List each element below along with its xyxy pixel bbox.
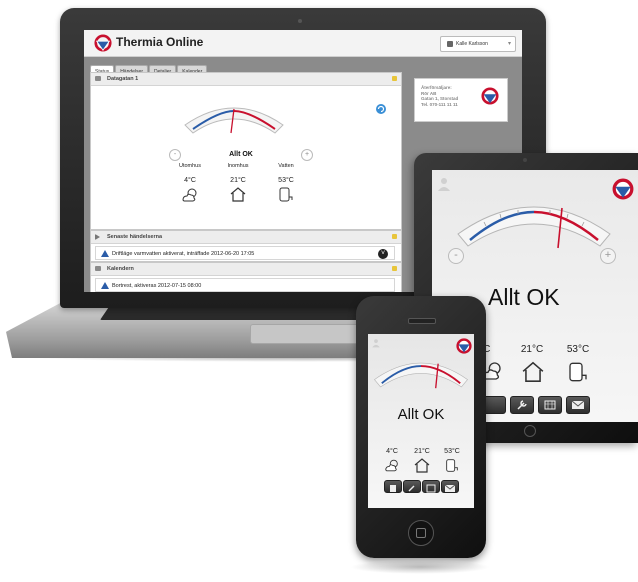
events-panel: Senaste händelserna Driftläge varmvatten… — [90, 230, 402, 262]
calendar-panel-header: Kalendern — [91, 263, 401, 276]
device-panel-header: Datagatan 1 — [91, 73, 401, 86]
warning-badge-icon — [392, 266, 397, 271]
phone-shadow — [350, 560, 490, 574]
reading-indoor-value: 21°C — [230, 177, 246, 184]
reading-indoor-value: 21°C — [414, 448, 430, 455]
weather-icon — [385, 459, 398, 472]
reading-water-label: Vatten — [278, 163, 294, 169]
calendar-icon — [426, 484, 436, 493]
increase-button[interactable]: + — [600, 248, 616, 264]
chevron-down-icon[interactable]: ˅ — [378, 249, 388, 259]
user-icon — [447, 40, 453, 47]
dealer-card: Återförsäljare: Rör AB Gatan 1, Storstad… — [414, 78, 508, 122]
gauge-icon — [184, 107, 284, 134]
tablet-camera — [523, 158, 527, 162]
calendar-button[interactable] — [422, 480, 440, 493]
weather-icon — [182, 188, 197, 202]
web-header: Thermia Online Kalle Karlsson ▾ — [84, 30, 522, 57]
house-icon — [522, 361, 544, 382]
user-menu-button[interactable]: Kalle Karlsson ▾ — [440, 36, 516, 52]
phone-speaker — [408, 318, 436, 324]
warning-badge-icon — [392, 76, 397, 81]
event-log-button[interactable] — [384, 480, 402, 493]
phone-home-square-icon — [416, 528, 426, 538]
flag-icon — [95, 234, 100, 240]
calendar-event-row[interactable]: Bortrest, aktiveras 2012-07-15 08:00 — [95, 278, 395, 292]
tab-bar: StatusHändelserDetaljerKalender — [90, 60, 208, 78]
warning-icon — [101, 250, 109, 257]
laptop-camera — [298, 19, 302, 23]
wrench-icon — [408, 485, 415, 492]
chevron-down-icon: ▾ — [507, 41, 511, 47]
increase-button[interactable]: + — [301, 149, 313, 161]
events-panel-title: Senaste händelserna — [107, 234, 163, 240]
calendar-panel: Kalendern Bortrest, aktiveras 2012-07-15… — [90, 262, 402, 292]
reading-outdoor-value: 4°C — [386, 448, 398, 455]
user-name: Kalle Karlsson — [456, 41, 488, 47]
calendar-panel-title: Kalendern — [107, 266, 134, 272]
mail-icon — [571, 400, 585, 409]
device-panel-title: Datagatan 1 — [107, 76, 139, 82]
mail-button[interactable] — [566, 396, 590, 414]
mail-icon — [444, 484, 456, 492]
device-status: Allt OK — [488, 284, 560, 310]
gauge-icon — [457, 206, 611, 249]
refresh-icon[interactable] — [375, 103, 387, 115]
device-icon — [95, 76, 101, 81]
device-panel: Datagatan 1 - + Allt OK Utomhus Inomhus … — [90, 72, 402, 230]
device-status: Allt OK — [397, 406, 445, 423]
reading-indoor-label: Inomhus — [227, 163, 249, 169]
reading-outdoor-value: 4°C — [184, 177, 196, 184]
calendar-icon — [95, 266, 101, 271]
thermia-logo-icon — [612, 178, 634, 200]
reading-indoor-value: 21°C — [520, 344, 544, 355]
water-tank-icon — [446, 459, 458, 472]
thermia-logo-icon — [94, 34, 112, 52]
events-panel-header: Senaste händelserna — [91, 231, 401, 244]
calendar-icon — [544, 400, 556, 410]
user-icon[interactable] — [436, 176, 452, 192]
mail-button[interactable] — [441, 480, 459, 493]
user-icon[interactable] — [371, 338, 381, 348]
house-icon — [414, 458, 430, 473]
house-icon — [230, 187, 246, 202]
event-log-icon — [390, 485, 396, 492]
event-row[interactable]: Driftläge varmvatten aktiverat, inträffa… — [95, 246, 395, 260]
gauge-icon — [374, 362, 468, 389]
calendar-event-text: Bortrest, aktiveras 2012-07-15 08:00 — [112, 283, 202, 289]
warning-badge-icon — [392, 234, 397, 239]
event-text: Driftläge varmvatten aktiverat, inträffa… — [112, 251, 255, 257]
reading-water-value: 53°C — [566, 344, 590, 355]
laptop-trackpad — [250, 324, 362, 344]
calendar-button[interactable] — [538, 396, 562, 414]
reading-water-value: 53°C — [278, 177, 294, 184]
water-tank-icon — [279, 187, 293, 202]
warning-icon — [101, 282, 109, 289]
decrease-button[interactable]: - — [169, 149, 181, 161]
reading-water-value: 53°C — [444, 448, 460, 455]
app-title: Thermia Online — [116, 35, 204, 49]
tablet-home-button[interactable] — [524, 425, 536, 437]
settings-button[interactable] — [510, 396, 534, 414]
settings-button[interactable] — [403, 480, 421, 493]
phone-camera — [402, 318, 406, 322]
wrench-icon — [517, 400, 527, 410]
device-status: Allt OK — [229, 151, 253, 158]
reading-outdoor-label: Utomhus — [178, 163, 201, 169]
decrease-button[interactable]: - — [448, 248, 464, 264]
phone-screen: Allt OK 4°C 21°C 53°C — [368, 334, 474, 508]
thermia-logo-icon — [481, 87, 499, 105]
water-tank-icon — [569, 362, 587, 382]
